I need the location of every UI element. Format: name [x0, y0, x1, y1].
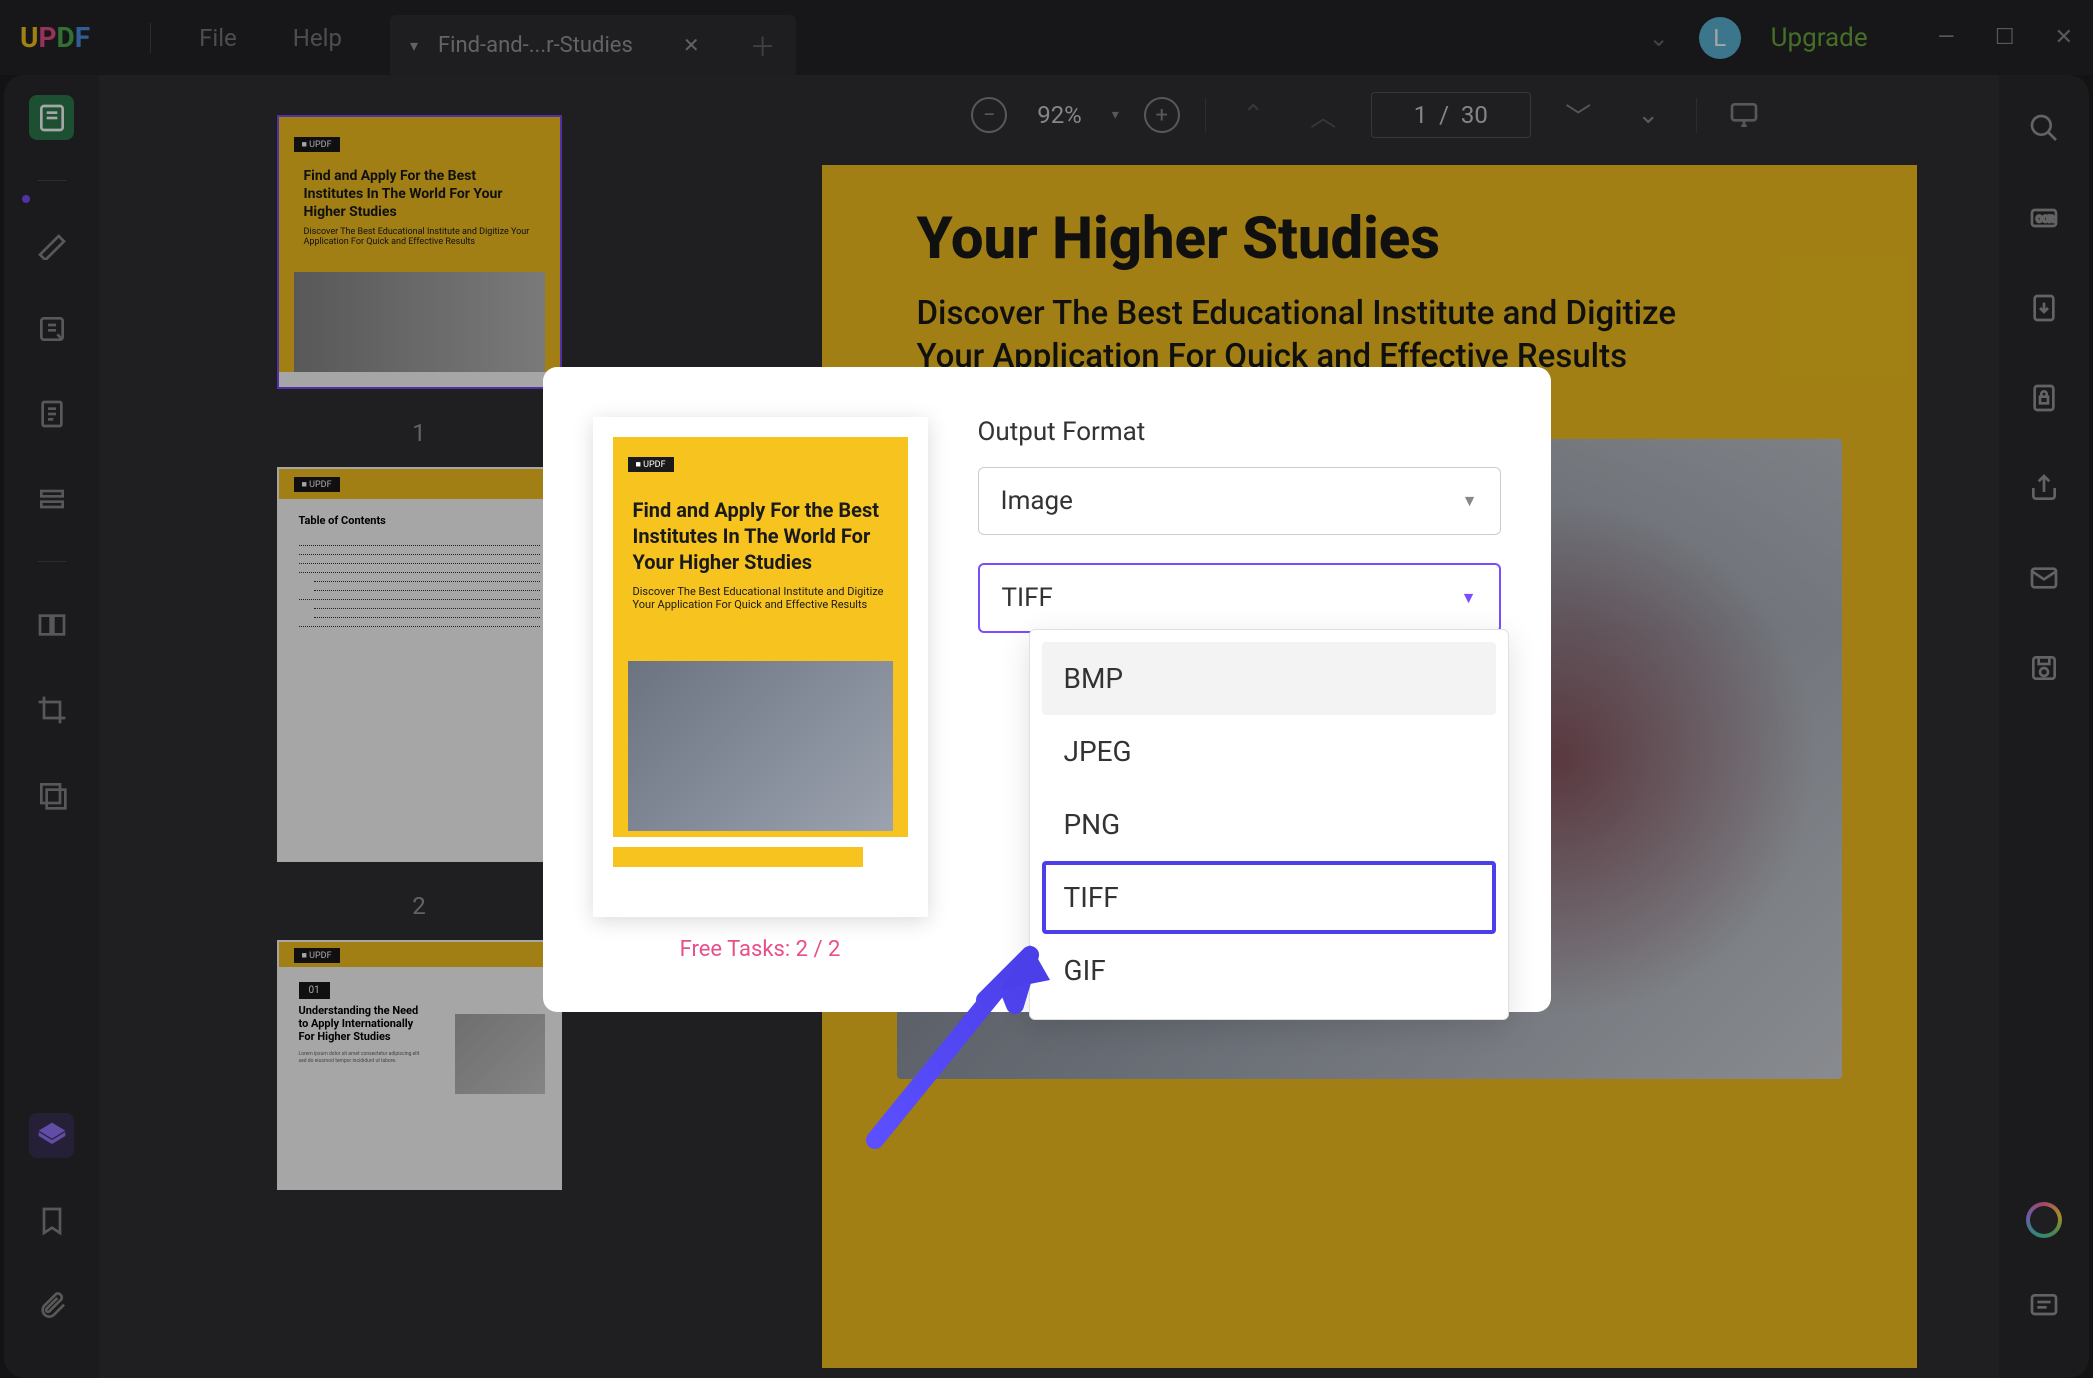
chevron-down-icon: ▼	[1462, 491, 1478, 511]
dropdown-option-tiff[interactable]: TIFF	[1042, 861, 1496, 934]
image-format-select[interactable]: TIFF ▼	[978, 563, 1501, 633]
dropdown-option-bmp[interactable]: BMP	[1042, 642, 1496, 715]
preview-title: Find and Apply For the Best Institutes I…	[628, 472, 893, 585]
chevron-down-icon: ▼	[1461, 588, 1477, 608]
output-format-label: Output Format	[978, 417, 1501, 447]
dropdown-option-gif[interactable]: GIF	[1042, 934, 1496, 1007]
preview-image	[628, 661, 893, 831]
modal-overlay: ■ UPDF Find and Apply For the Best Insti…	[0, 0, 2093, 1378]
format-dropdown: BMP JPEG PNG TIFF GIF	[1029, 629, 1509, 1020]
output-format-select[interactable]: Image ▼	[978, 467, 1501, 535]
dropdown-option-jpeg[interactable]: JPEG	[1042, 715, 1496, 788]
modal-preview: ■ UPDF Find and Apply For the Best Insti…	[593, 417, 928, 917]
export-modal: ■ UPDF Find and Apply For the Best Insti…	[543, 367, 1551, 1012]
dropdown-option-png[interactable]: PNG	[1042, 788, 1496, 861]
free-tasks-label: Free Tasks: 2 / 2	[680, 937, 841, 962]
preview-subtitle: Discover The Best Educational Institute …	[628, 585, 893, 631]
